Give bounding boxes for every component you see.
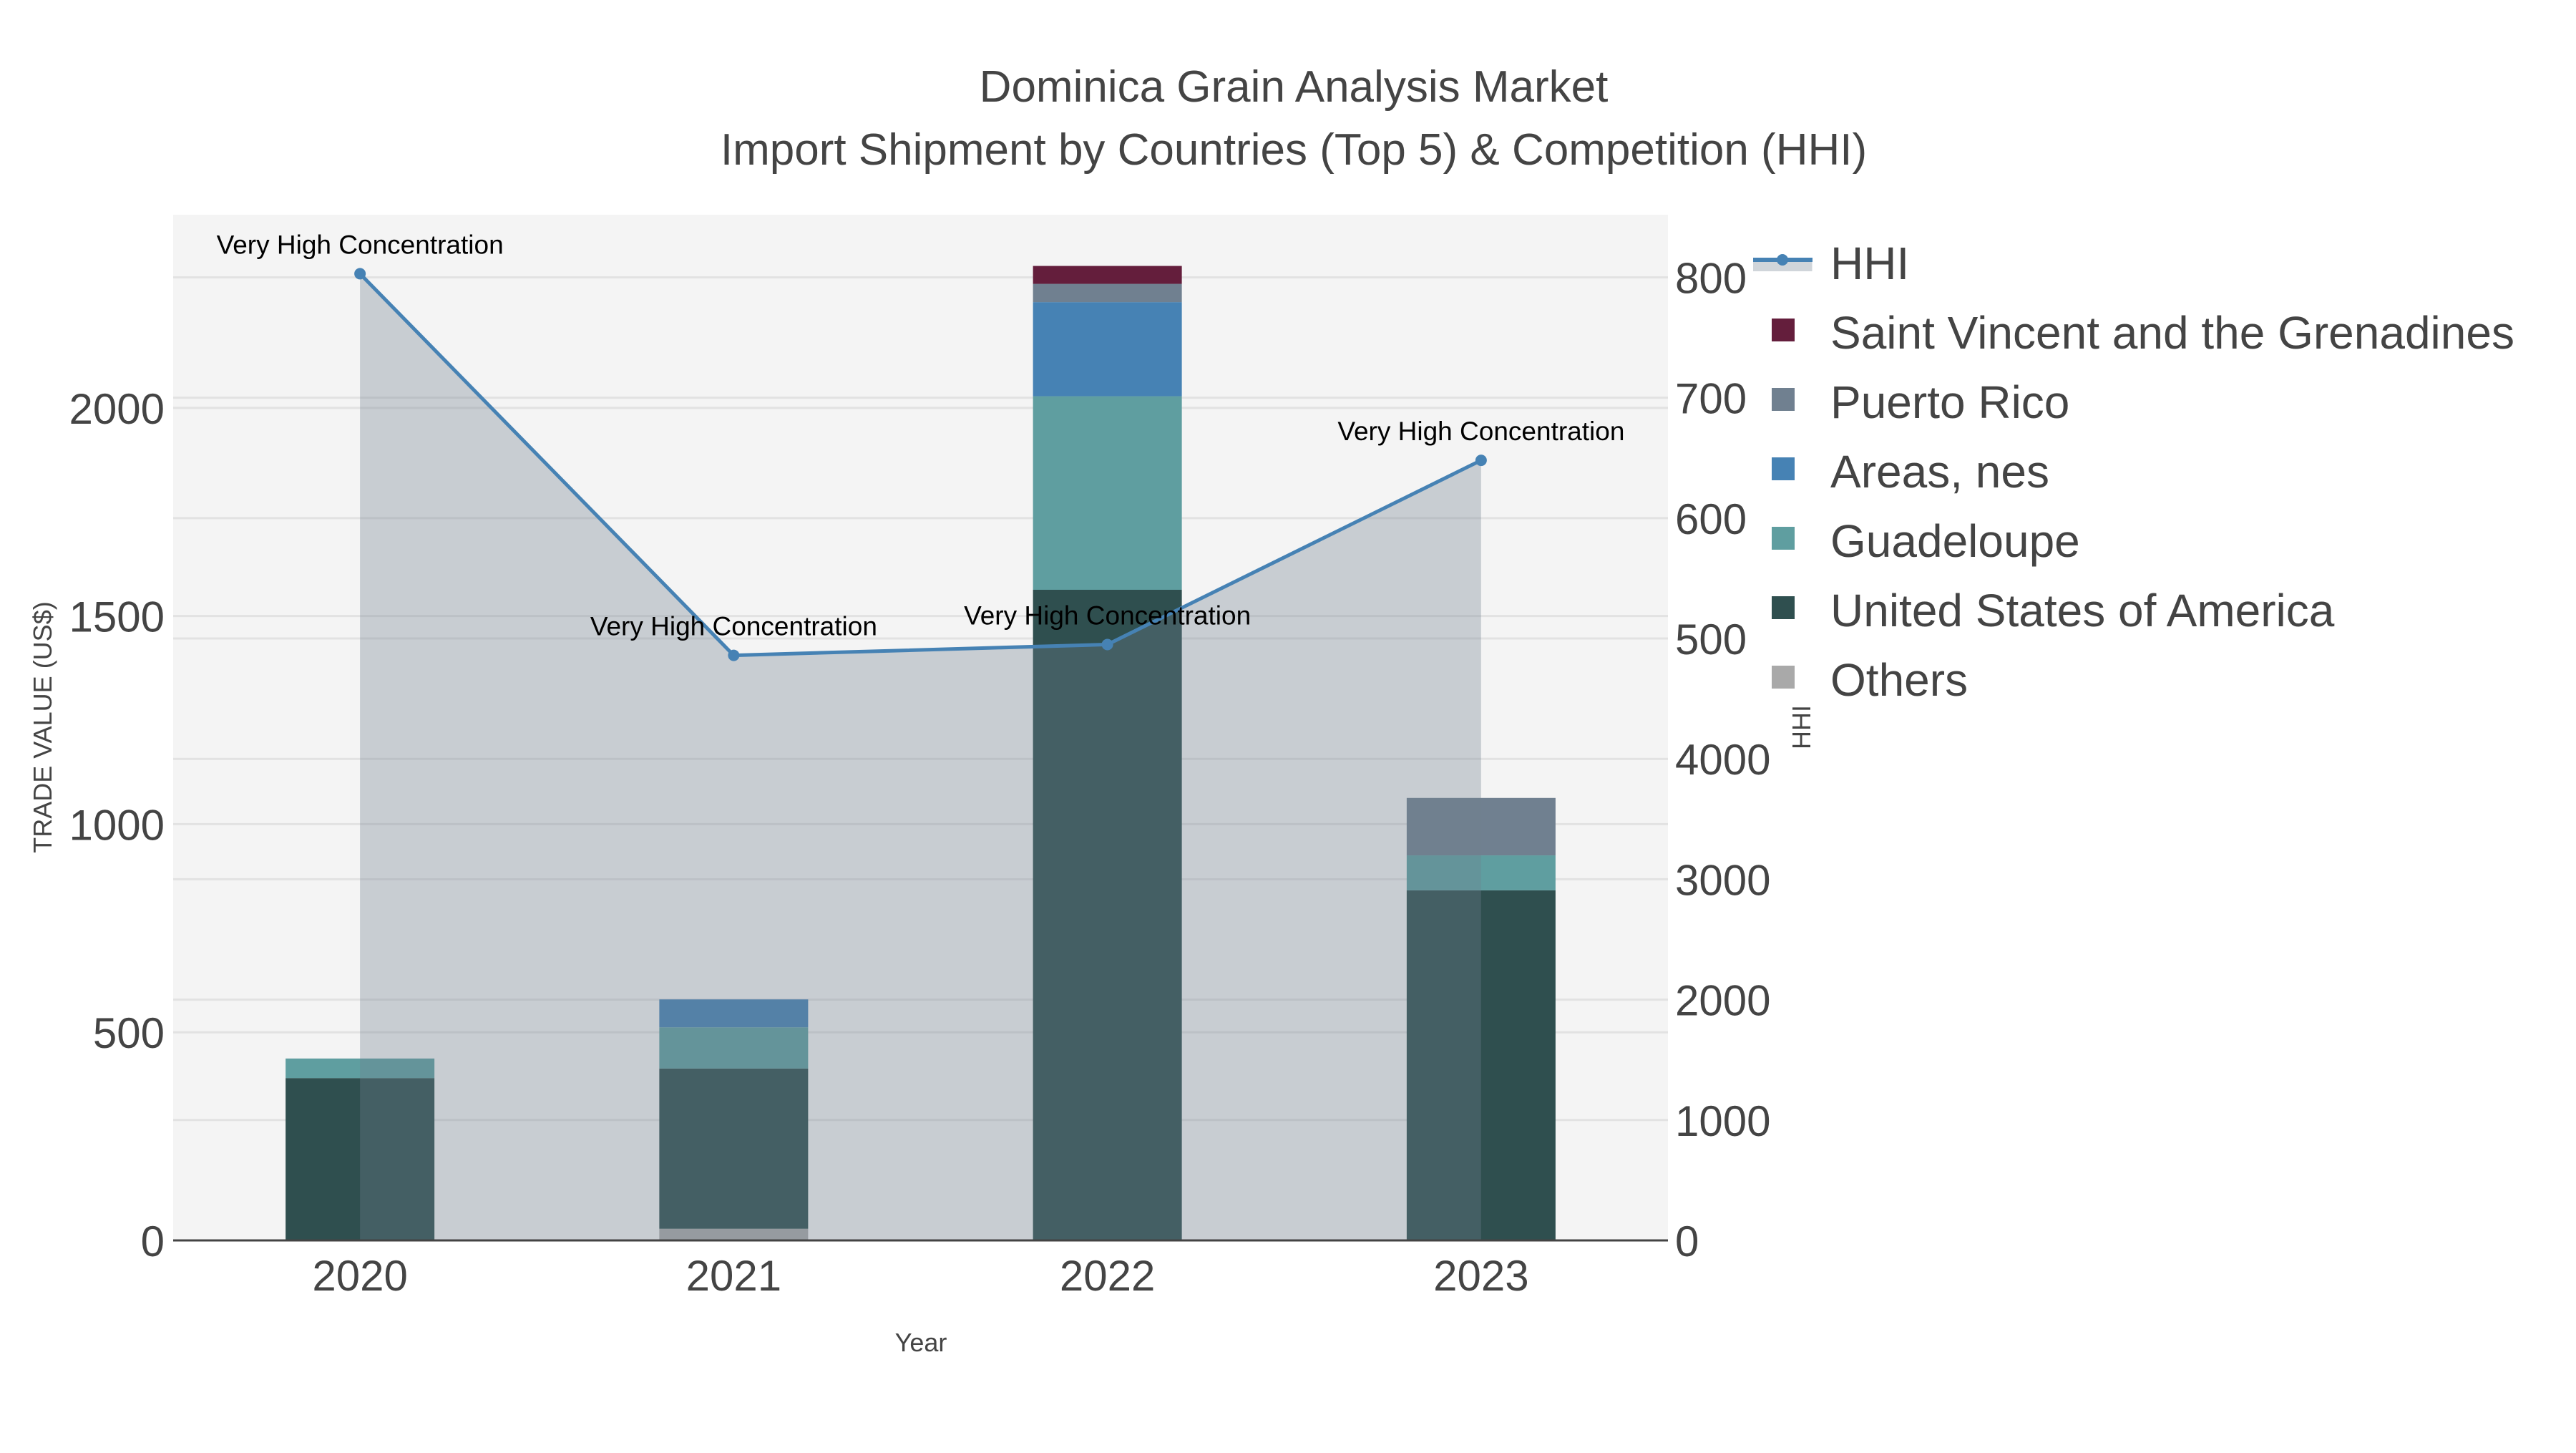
hhi-point — [354, 268, 366, 280]
legend-swatch — [1772, 457, 1795, 480]
legend-swatch — [1772, 319, 1795, 341]
y-tick-label: 1000 — [69, 801, 165, 849]
legend-item: Areas, nes — [1772, 446, 2049, 497]
legend-swatch — [1772, 596, 1795, 619]
legend: HHI Saint Vincent and the Grenadines Puert… — [1753, 238, 2514, 706]
y-tick-label: 500 — [93, 1009, 165, 1057]
y2-tick-label: 3000 — [1675, 856, 1770, 904]
hhi-annotation: Very High Concentration — [590, 612, 877, 641]
x-axis-title: Year — [895, 1328, 947, 1357]
y-tick-label: 1500 — [69, 593, 165, 641]
legend-label: Puerto Rico — [1830, 376, 2069, 428]
bar-saint-vincent-and-the-grenadines — [1033, 266, 1182, 284]
legend-item: Others — [1772, 654, 1968, 706]
legend-label: Areas, nes — [1830, 446, 2049, 497]
hhi-point — [1475, 455, 1487, 467]
legend-label: Others — [1830, 654, 1968, 706]
y2-tick-label: 700 — [1675, 375, 1747, 423]
chart-title: Dominica Grain Analysis Market — [980, 62, 1609, 112]
y2-tick-label: 600 — [1675, 495, 1747, 543]
legend-swatch — [1772, 527, 1795, 550]
y2-tick-label: 4000 — [1675, 736, 1770, 784]
chart: Dominica Grain Analysis Market Import Sh… — [28, 62, 2514, 1357]
y2-tick-label: 800 — [1675, 254, 1747, 302]
x-tick-label: 2022 — [1060, 1252, 1155, 1300]
legend-label: United States of America — [1830, 585, 2335, 636]
hhi-annotation: Very High Concentration — [964, 601, 1251, 630]
x-tick-label: 2020 — [312, 1252, 407, 1300]
y-tick-label: 0 — [141, 1218, 165, 1265]
bar-guadeloupe — [1033, 396, 1182, 590]
legend-item: Puerto Rico — [1772, 376, 2069, 428]
legend-swatch — [1772, 388, 1795, 411]
legend-label: Guadeloupe — [1830, 515, 2080, 567]
hhi-annotation: Very High Concentration — [217, 230, 504, 259]
legend-item: Guadeloupe — [1772, 515, 2080, 567]
hhi-point — [1101, 638, 1113, 651]
y-axis-title: TRADE VALUE (US$) — [28, 601, 57, 852]
legend-swatch — [1772, 666, 1795, 689]
x-tick-label: 2023 — [1433, 1252, 1528, 1300]
legend-item: Saint Vincent and the Grenadines — [1772, 307, 2514, 359]
y2-tick-label: 0 — [1675, 1218, 1699, 1265]
bar-areas-nes — [1033, 302, 1182, 397]
legend-item: United States of America — [1772, 585, 2335, 636]
x-tick-label: 2021 — [686, 1252, 781, 1300]
hhi-point — [728, 649, 740, 661]
y2-axis-title: HHI — [1787, 705, 1816, 749]
bar-puerto-rico — [1033, 283, 1182, 303]
legend-label: HHI — [1830, 238, 1909, 289]
y2-tick-label: 500 — [1675, 616, 1747, 664]
legend-label: Saint Vincent and the Grenadines — [1830, 307, 2514, 359]
y-tick-label: 2000 — [69, 385, 165, 433]
legend-item: HHI — [1753, 238, 1909, 289]
y2-tick-label: 2000 — [1675, 977, 1770, 1025]
legend-marker-icon — [1777, 254, 1788, 266]
y2-tick-label: 1000 — [1675, 1097, 1770, 1145]
chart-subtitle: Import Shipment by Countries (Top 5) & C… — [721, 125, 1867, 175]
hhi-annotation: Very High Concentration — [1337, 417, 1624, 446]
